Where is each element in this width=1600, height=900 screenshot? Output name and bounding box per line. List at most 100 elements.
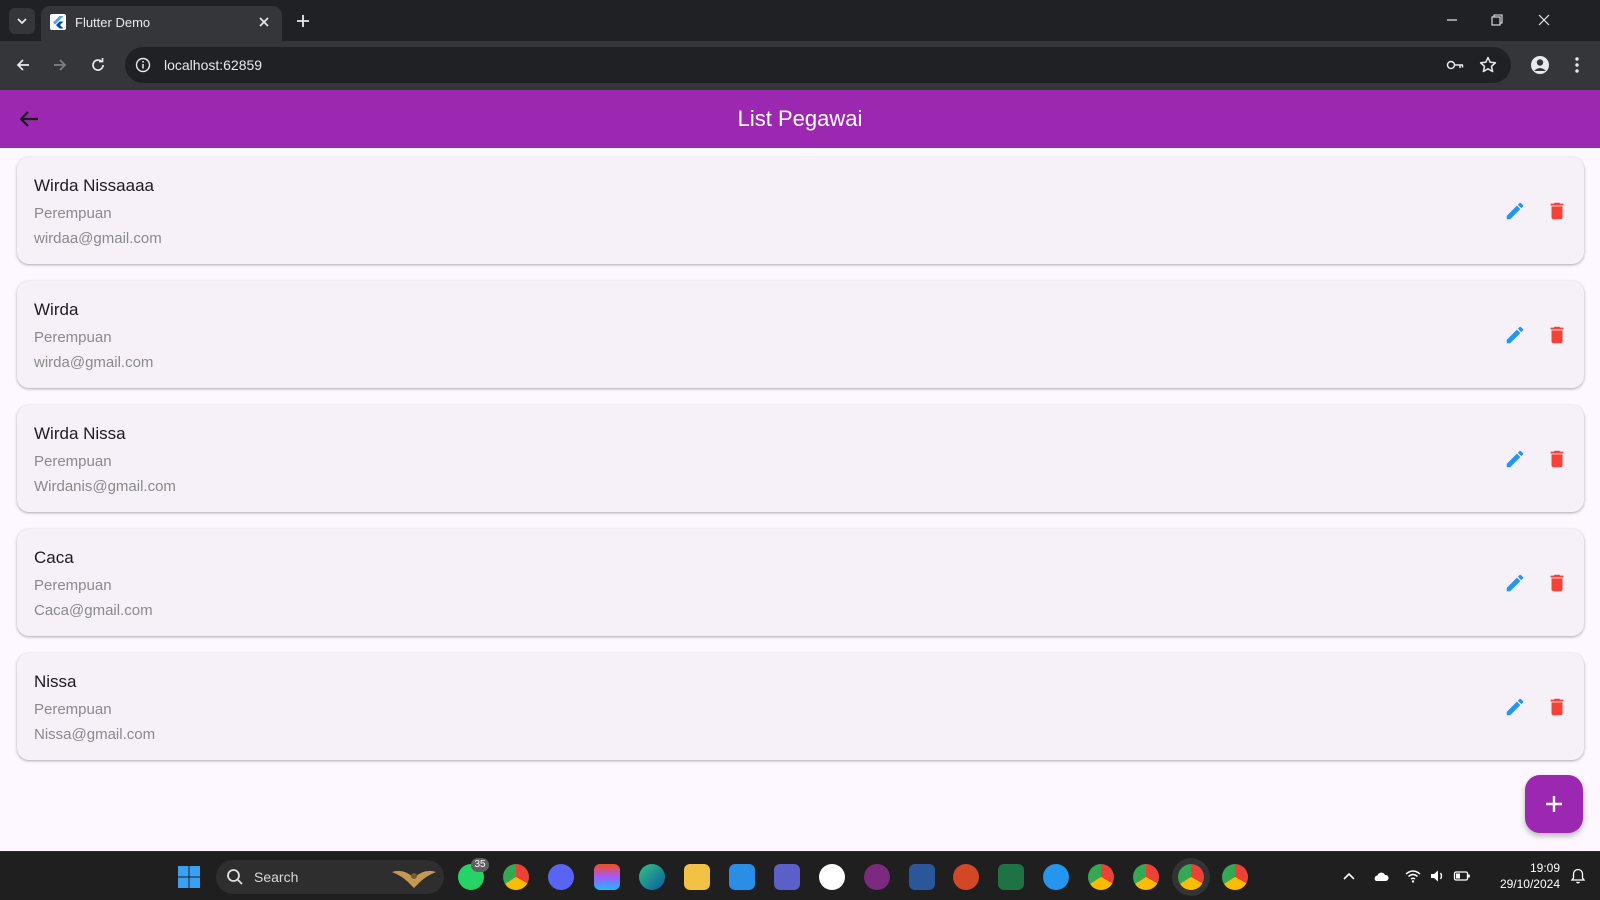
whatsapp-badge: 35 [471,858,489,872]
docker-app-icon[interactable] [1043,864,1069,890]
clock-date: 29/10/2024 [1499,877,1560,891]
employee-gender: Perempuan [34,453,112,470]
delete-button[interactable] [1543,569,1571,597]
employee-card: Wirda Nissa Perempuan Wirdanis@gmail.com [17,405,1584,512]
edit-pencil-icon [1506,326,1524,344]
trash-icon [1550,202,1564,220]
edit-button[interactable] [1501,445,1529,473]
edit-button[interactable] [1501,321,1529,349]
minimize-button[interactable] [1440,8,1464,32]
browser-toolbar: localhost:62859 [0,41,1600,90]
address-bar[interactable]: localhost:62859 [125,47,1511,83]
powerpoint-app-icon[interactable] [953,864,979,890]
add-icon [1546,796,1562,812]
employee-email: wirda@gmail.com [34,354,154,371]
new-tab-icon[interactable] [293,11,313,31]
delete-button[interactable] [1543,445,1571,473]
edit-button[interactable] [1501,693,1529,721]
employee-email: Caca@gmail.com [34,602,153,619]
add-employee-button[interactable] [1525,775,1583,833]
employee-card: Nissa Perempuan Nissa@gmail.com [17,653,1584,760]
edit-pencil-icon [1506,574,1524,592]
browser-tab-bar: Flutter Demo [0,0,1600,41]
chrome-profile-app-icon[interactable] [1133,864,1159,890]
close-tab-icon[interactable] [256,14,272,30]
delete-button[interactable] [1543,321,1571,349]
onedrive-cloud-icon[interactable] [1372,867,1390,885]
figma-app-icon[interactable] [594,864,620,890]
tab-title: Flutter Demo [75,15,151,30]
employee-card: Wirda Nissaaaa Perempuan wirdaa@gmail.co… [17,157,1584,264]
bookmark-star-icon[interactable] [1478,55,1498,75]
employee-name: Wirda Nissa [34,424,126,443]
arrow-right-icon [54,59,67,71]
forward-nav-button[interactable] [48,53,72,77]
trash-icon [1550,450,1564,468]
chrome-profile-app-icon[interactable] [1088,864,1114,890]
flutter-logo-icon [50,14,66,30]
word-app-icon[interactable] [909,864,935,890]
chevron-down-icon [17,18,27,25]
trash-icon [1550,326,1564,344]
file-explorer-app-icon[interactable] [684,864,710,890]
system-clock[interactable]: 19:09 29/10/2024 [1480,860,1560,892]
browser-tab[interactable]: Flutter Demo [41,6,282,41]
browser-menu-button[interactable] [1565,53,1589,77]
employee-gender: Perempuan [34,577,112,594]
link-app-icon[interactable] [864,864,890,890]
windows-taskbar: Search 35 19:09 29/10/2024 [0,851,1600,900]
profile-button[interactable] [1528,53,1552,77]
employee-name: Nissa [34,672,77,691]
discord-app-icon[interactable] [548,864,574,890]
employee-gender: Perempuan [34,329,112,346]
edit-pencil-icon [1506,202,1524,220]
tab-search-button[interactable] [9,8,35,34]
back-nav-button[interactable] [11,53,35,77]
employee-email: Wirdanis@gmail.com [34,478,176,495]
app-store-app-icon[interactable] [819,864,845,890]
edit-button[interactable] [1501,197,1529,225]
delete-button[interactable] [1543,693,1571,721]
minimize-icon [1447,19,1457,21]
employee-email: Nissa@gmail.com [34,726,156,743]
reload-button[interactable] [86,53,110,77]
search-label: Search [254,869,299,885]
vscode-app-icon[interactable] [729,864,755,890]
whatsapp-app-icon[interactable]: 35 [458,858,489,890]
arrow-left-icon [16,59,29,71]
employee-gender: Perempuan [34,701,112,718]
delete-button[interactable] [1543,197,1571,225]
restore-button[interactable] [1485,8,1509,32]
edge-app-icon[interactable] [639,864,665,890]
url-text: localhost:62859 [164,57,263,73]
employee-gender: Perempuan [34,205,112,222]
taskbar-search[interactable]: Search [216,860,444,894]
restore-icon [1491,14,1503,26]
chevron-up-icon[interactable] [1340,867,1358,885]
employee-card: Caca Perempuan Caca@gmail.com [17,529,1584,636]
employee-name: Wirda [34,300,79,319]
chrome-profile-app-icon[interactable] [1222,864,1248,890]
windows-start-icon[interactable] [177,865,201,889]
chrome-app-icon[interactable] [503,864,529,890]
battery-icon[interactable] [1453,867,1471,885]
chrome-active-app-icon[interactable] [1178,864,1204,890]
notification-bell-icon[interactable] [1569,867,1587,885]
volume-icon[interactable] [1428,867,1446,885]
edit-pencil-icon [1506,698,1524,716]
wifi-icon[interactable] [1404,867,1422,885]
close-icon [1538,14,1550,26]
reload-icon [92,58,104,71]
teams-app-icon[interactable] [774,864,800,890]
more-vert-icon [1575,57,1579,73]
employee-name: Caca [34,548,74,567]
close-window-button[interactable] [1532,8,1556,32]
employee-name: Wirda Nissaaaa [34,176,154,195]
employee-card: Wirda Perempuan wirda@gmail.com [17,281,1584,388]
password-key-icon[interactable] [1445,55,1465,75]
trash-icon [1550,574,1564,592]
excel-app-icon[interactable] [998,864,1024,890]
edit-button[interactable] [1501,569,1529,597]
site-info-icon[interactable] [135,57,151,73]
trash-icon [1550,698,1564,716]
